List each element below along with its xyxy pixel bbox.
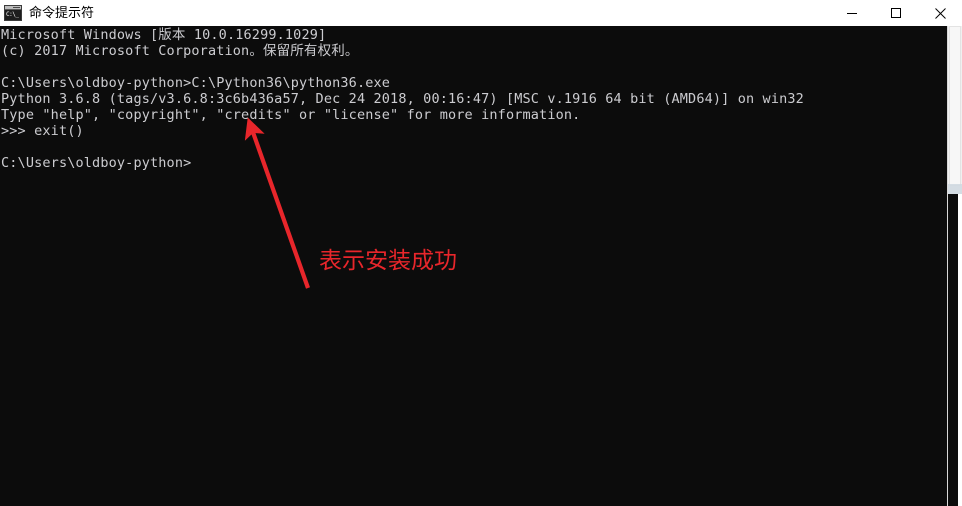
cmd-window: C:\_ 命令提示符 Microsoft Windows [版本 10.0.16… — [0, 0, 962, 506]
cmd-console-icon: C:\_ — [4, 5, 22, 21]
window-right-edge — [958, 194, 962, 506]
terminal-client-area[interactable]: Microsoft Windows [版本 10.0.16299.1029] (… — [0, 26, 962, 506]
terminal-output: Microsoft Windows [版本 10.0.16299.1029] (… — [1, 27, 804, 171]
window-controls — [830, 0, 962, 26]
minimize-button[interactable] — [830, 0, 874, 26]
window-title: 命令提示符 — [29, 5, 95, 20]
scrollbar-position-marker[interactable] — [948, 184, 962, 194]
window-titlebar[interactable]: C:\_ 命令提示符 — [0, 0, 962, 26]
scrollbar-thumb[interactable] — [949, 26, 961, 186]
vertical-scrollbar[interactable] — [947, 26, 962, 506]
maximize-button[interactable] — [874, 0, 918, 26]
cmd-console-icon-prompt: C:\_ — [5, 10, 21, 20]
close-button[interactable] — [918, 0, 962, 26]
